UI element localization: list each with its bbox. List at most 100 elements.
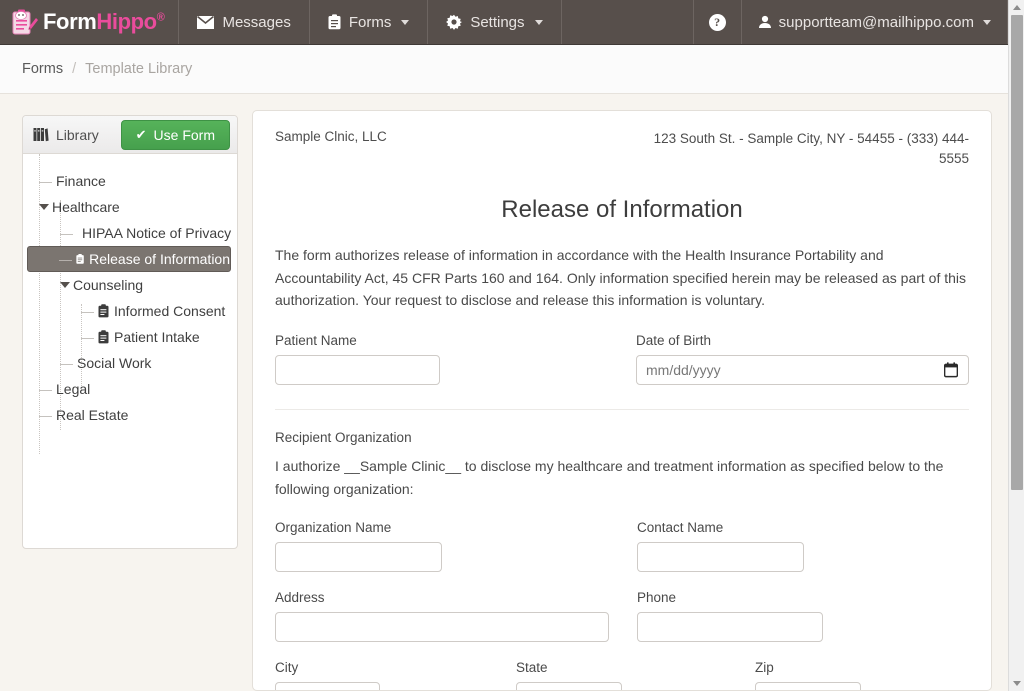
organization-row: Organization Name Contact Name [275,520,969,573]
user-icon [758,15,771,28]
organization-name-label: Organization Name [275,520,392,536]
state-input[interactable] [516,682,622,690]
city-label: City [275,660,299,676]
scrollbar-thumb[interactable] [1011,15,1023,490]
tree-item-label: Finance [56,173,106,189]
triangle-down-icon[interactable] [60,282,70,288]
chevron-down-icon [401,19,410,25]
section-divider [275,409,969,411]
tree-item-label: Social Work [77,355,152,371]
tree-item-healthcare[interactable]: Healthcare [29,194,231,220]
patient-row: Patient Name Date of Birth [275,333,969,386]
state-field-group: State [516,660,755,690]
nav-item-forms[interactable]: Forms [310,0,429,44]
date-of-birth-field-group: Date of Birth [636,333,969,386]
browser-vertical-scrollbar[interactable] [1008,0,1024,691]
tree-item-hipaa-notice-of-privacy[interactable]: — HIPAA Notice of Privacy [29,220,231,246]
tree-item-release-of-information[interactable]: — Release of Information [27,246,231,272]
nav-item-settings[interactable]: Settings [428,0,562,44]
tree-branch-dash: — [60,225,73,241]
patient-name-label: Patient Name [275,333,357,349]
tree-item-label: Patient Intake [114,329,200,345]
tree-branch-dash: — [60,355,73,371]
breadcrumb-forms-link[interactable]: Forms [22,61,63,77]
library-title: Library [56,126,99,143]
check-icon: ✔ [135,126,147,142]
tree-item-label: Legal [56,381,91,397]
tree-item-label: Real Estate [56,407,129,423]
user-email-label: supportteam@mailhippo.com [778,13,974,31]
books-icon [33,128,49,142]
tree-item-label: Informed Consent [114,303,226,319]
address-input[interactable] [275,612,609,643]
brand-logo-link[interactable]: FormHippo® [0,0,180,44]
tree-branch-dash: — [39,173,52,189]
state-label: State [516,660,548,676]
zip-field-group: Zip [755,660,861,690]
date-of-birth-label: Date of Birth [636,333,712,349]
date-of-birth-input[interactable] [636,355,969,386]
nav-item-settings-label: Settings [470,13,525,31]
clipboard-icon [328,14,341,30]
scroll-down-arrow-icon[interactable] [1013,681,1021,686]
top-navbar: FormHippo® Messages Forms Settings ? sup… [0,0,1008,45]
page-body: Library ✔ Use Form — Finance Healthcare — HI… [0,94,1008,691]
brand-word-2: Hippo [96,9,157,34]
address-field-group: Address [275,590,637,643]
brand-word-1: Form [43,9,97,34]
help-button[interactable]: ? [694,0,742,44]
scroll-up-arrow-icon[interactable] [1013,5,1021,10]
triangle-down-icon[interactable] [39,204,49,210]
tree-item-social-work[interactable]: — Social Work [29,350,231,376]
zip-input[interactable] [755,682,861,690]
gear-icon [446,14,463,30]
tree-item-label: Release of Information [89,251,230,267]
tree-item-real-estate[interactable]: — Real Estate [29,402,231,428]
form-title: Release of Information [501,196,743,224]
navbar-spacer [562,0,694,44]
envelope-icon [197,15,215,29]
tree-item-finance[interactable]: — Finance [29,168,231,194]
tree-item-legal[interactable]: — Legal [29,376,231,402]
tree-branch-dash: — [81,303,94,319]
clinic-name: Sample Clnic, LLC [275,129,387,144]
contact-name-field-group: Contact Name [637,520,804,573]
tree-item-patient-intake[interactable]: — Patient Intake [29,324,231,350]
use-form-button-label: Use Form [153,126,215,143]
city-input[interactable] [275,682,380,690]
contact-name-label: Contact Name [637,520,724,536]
tree-item-label: Counseling [73,277,144,293]
contact-name-input[interactable] [637,542,804,573]
clinic-address: 123 South St. - Sample City, NY - 54455 … [653,131,969,166]
phone-input[interactable] [637,612,823,643]
nav-item-messages[interactable]: Messages [179,0,310,44]
breadcrumb: Forms / Template Library [0,45,1008,94]
form-preview-panel: Sample Clnic, LLC 123 South St. - Sample… [252,110,992,691]
patient-name-input[interactable] [275,355,440,386]
address-row: Address Phone [275,590,969,643]
user-menu[interactable]: supportteam@mailhippo.com [742,0,1008,44]
library-sidebar: Library ✔ Use Form — Finance Healthcare — HI… [22,115,238,549]
tree-item-informed-consent[interactable]: — Informed Consent [29,298,231,324]
date-of-birth-wrapper [636,355,969,386]
document-icon [98,304,109,318]
authorize-text: I authorize __Sample Clinic__ to disclos… [275,458,944,497]
tree-item-counseling[interactable]: Counseling [29,272,231,298]
recipient-organization-title: Recipient Organization [275,430,412,446]
organization-name-field-group: Organization Name [275,520,637,573]
help-icon: ? [708,13,726,31]
library-tree: — Finance Healthcare — HIPAA Notice of Priva… [23,154,237,454]
organization-name-input[interactable] [275,542,442,573]
nav-item-forms-label: Forms [348,13,392,31]
phone-label: Phone [637,590,677,606]
use-form-button[interactable]: ✔ Use Form [120,119,230,150]
city-field-group: City [275,660,516,690]
document-icon [76,254,84,264]
nav-item-messages-label: Messages [222,13,291,31]
tree-branch-dash: — [39,381,52,397]
tree-branch-dash: — [39,407,52,423]
clipboard-hippo-logo-icon [12,9,38,35]
breadcrumb-separator: / [72,61,77,77]
zip-label: Zip [755,660,774,676]
document-icon [98,330,109,344]
